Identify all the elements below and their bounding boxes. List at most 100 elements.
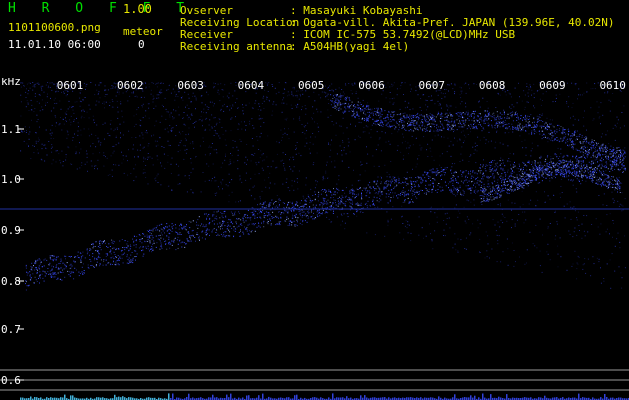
noise-speckle — [342, 132, 344, 134]
signal-speckle — [445, 112, 447, 114]
noise-speckle — [171, 157, 173, 159]
noise-speckle — [112, 85, 114, 87]
signal-speckle — [529, 172, 531, 174]
signal-speckle — [379, 195, 381, 197]
noise-speckle — [570, 117, 571, 119]
signal-speckle — [248, 233, 250, 235]
signal-speckle — [618, 147, 620, 148]
signal-speckle — [208, 222, 210, 224]
noise-speckle — [179, 149, 181, 151]
signal-speckle — [234, 211, 236, 213]
noise-speckle — [231, 154, 233, 156]
signal-speckle — [49, 255, 51, 257]
noise-speckle — [440, 92, 442, 94]
signal-speckle — [348, 198, 350, 200]
noise-speckle — [579, 230, 580, 231]
signal-speckle — [119, 260, 120, 261]
signal-speckle — [599, 155, 601, 157]
noise-speckle — [549, 198, 551, 200]
noise-speckle — [444, 213, 446, 215]
noise-speckle — [65, 95, 67, 97]
signal-speckle — [296, 225, 298, 227]
signal-speckle — [152, 249, 154, 251]
signal-speckle — [452, 185, 454, 186]
noise-speckle — [563, 205, 565, 207]
signal-speckle — [574, 176, 576, 178]
signal-speckle — [335, 98, 337, 100]
noise-speckle — [291, 108, 293, 109]
signal-speckle — [385, 117, 387, 118]
signal-speckle — [493, 177, 495, 179]
noise-speckle — [232, 95, 234, 97]
signal-speckle — [213, 228, 215, 230]
noise-speckle — [317, 126, 319, 128]
noise-speckle — [245, 104, 247, 106]
signal-speckle — [294, 224, 295, 226]
signal-speckle — [478, 170, 479, 172]
noise-speckle — [66, 120, 67, 122]
noise-speckle — [115, 164, 117, 166]
noise-speckle — [432, 248, 434, 250]
noise-speckle — [524, 263, 526, 265]
signal-speckle — [299, 213, 301, 215]
noise-speckle — [107, 174, 109, 176]
signal-speckle — [270, 202, 272, 204]
signal-speckle — [258, 222, 259, 224]
noise-speckle — [403, 177, 405, 178]
signal-speckle — [92, 253, 94, 255]
noise-speckle — [275, 93, 277, 95]
noise-speckle — [539, 116, 541, 118]
noise-speckle — [340, 200, 342, 201]
noise-speckle — [544, 201, 546, 203]
noise-speckle — [583, 92, 585, 94]
signal-speckle — [237, 218, 239, 220]
signal-speckle — [275, 224, 277, 226]
signal-speckle — [66, 262, 68, 264]
noise-speckle — [406, 171, 408, 173]
noise-speckle — [204, 104, 206, 106]
noise-speckle — [392, 84, 394, 86]
noise-speckle — [406, 106, 408, 108]
signal-speckle — [90, 260, 92, 262]
noise-speckle — [619, 203, 621, 205]
signal-speckle — [333, 210, 334, 212]
signal-speckle — [252, 214, 254, 216]
noise-speckle — [560, 186, 562, 187]
signal-speckle — [324, 198, 326, 200]
signal-speckle — [495, 169, 497, 171]
noise-speckle — [63, 123, 65, 125]
signal-speckle — [91, 264, 93, 266]
signal-speckle — [391, 178, 393, 180]
signal-speckle — [244, 214, 245, 216]
signal-speckle — [61, 279, 63, 281]
signal-speckle — [225, 215, 227, 217]
noise-speckle — [519, 206, 521, 208]
signal-speckle — [518, 163, 520, 165]
noise-speckle — [384, 164, 386, 166]
noise-speckle — [127, 174, 129, 176]
signal-speckle — [169, 247, 171, 249]
signal-speckle — [490, 169, 492, 171]
signal-speckle — [63, 268, 65, 270]
signal-speckle — [352, 192, 354, 194]
noise-speckle — [318, 94, 320, 96]
signal-speckle — [86, 253, 88, 255]
signal-speckle — [607, 155, 609, 157]
noise-speckle — [399, 87, 401, 89]
noise-speckle — [302, 131, 304, 133]
signal-speckle — [393, 196, 394, 198]
noise-speckle — [536, 131, 538, 133]
signal-speckle — [89, 259, 91, 260]
signal-speckle — [395, 185, 397, 187]
signal-speckle — [477, 190, 479, 192]
signal-speckle — [437, 184, 439, 186]
signal-speckle — [256, 226, 258, 228]
noise-speckle — [619, 127, 621, 129]
noise-speckle — [68, 100, 70, 102]
noise-speckle — [249, 189, 251, 191]
signal-speckle — [292, 215, 294, 217]
signal-speckle — [614, 168, 616, 170]
signal-speckle — [505, 174, 507, 176]
noise-speckle — [39, 94, 41, 96]
noise-speckle — [331, 89, 333, 91]
